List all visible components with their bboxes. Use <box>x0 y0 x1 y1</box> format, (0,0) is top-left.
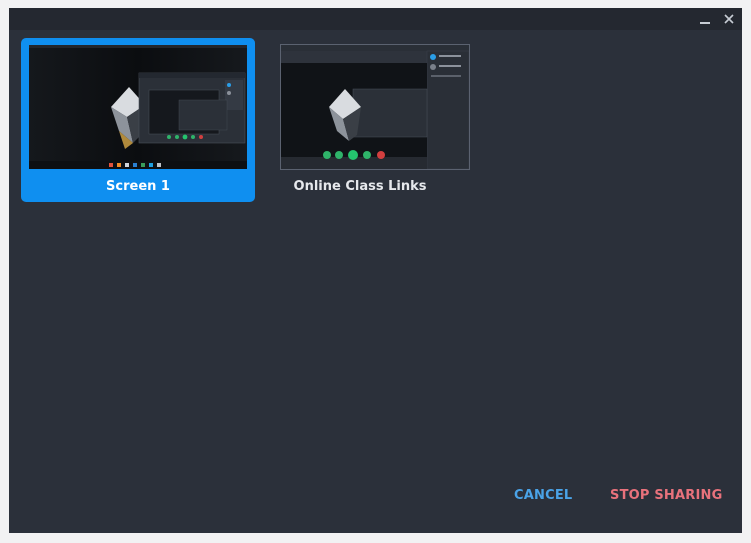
minimize-button[interactable] <box>697 11 713 27</box>
screen-1-preview <box>29 45 247 169</box>
source-online-class-links[interactable]: Online Class Links <box>271 38 505 202</box>
window-preview <box>281 45 469 169</box>
close-icon <box>724 14 734 24</box>
source-screen-1[interactable]: Screen 1 <box>21 38 255 202</box>
window-thumbnail <box>280 44 470 170</box>
stop-sharing-button[interactable]: STOP SHARING <box>610 488 722 503</box>
cancel-button[interactable]: CANCEL <box>514 488 572 503</box>
source-label: Online Class Links <box>293 179 427 194</box>
share-screen-dialog: Screen 1 Online Class Links CANCEL STOP … <box>9 8 742 533</box>
minimize-icon <box>700 21 710 24</box>
screen-1-thumbnail <box>29 45 247 169</box>
close-button[interactable] <box>721 11 737 27</box>
source-label: Screen 1 <box>106 179 170 194</box>
title-bar <box>9 8 742 30</box>
